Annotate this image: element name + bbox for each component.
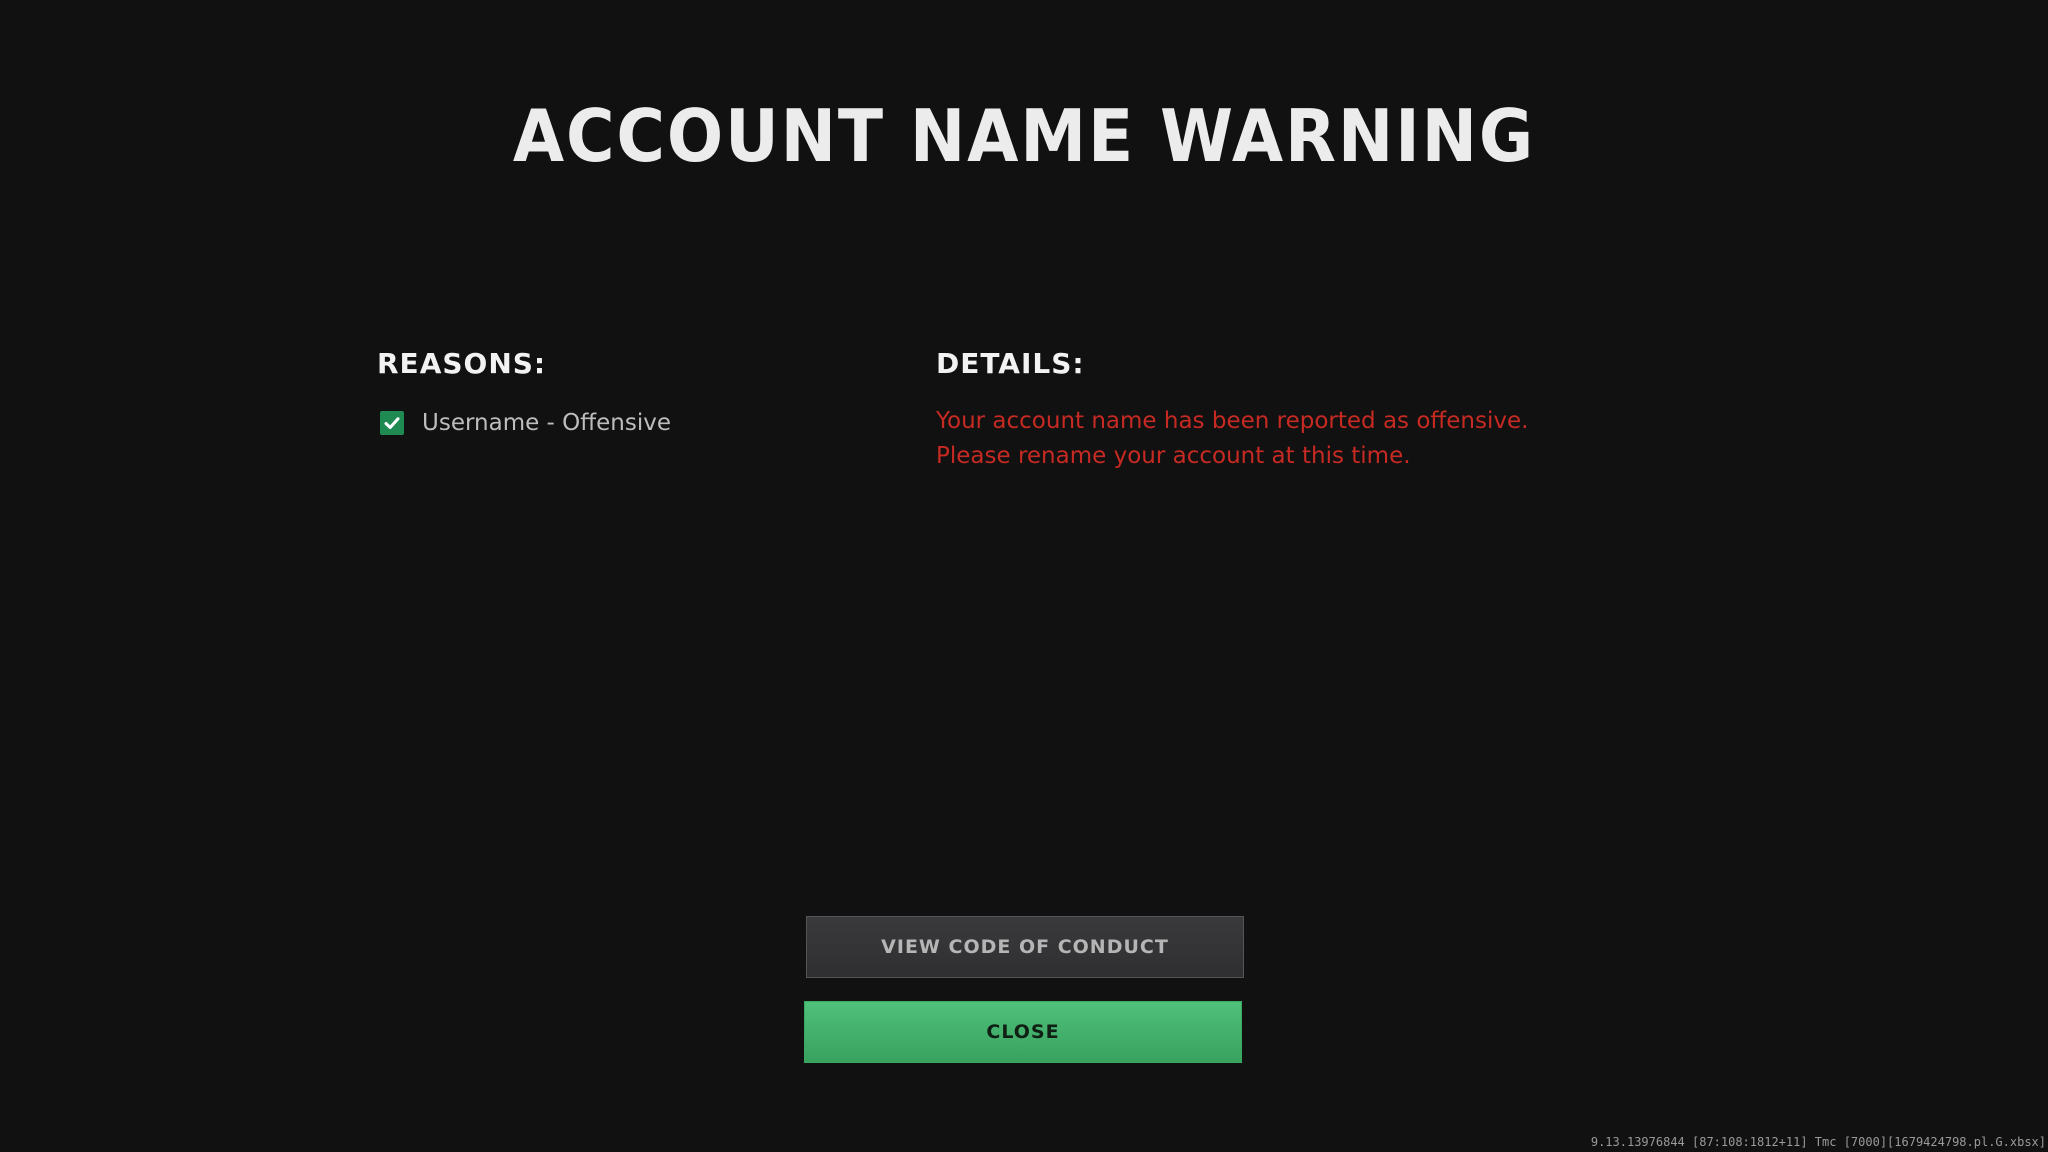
check-icon: [380, 411, 404, 435]
reason-item: Username - Offensive: [380, 408, 671, 438]
view-code-of-conduct-button[interactable]: VIEW CODE OF CONDUCT: [806, 916, 1244, 978]
details-heading: DETAILS:: [936, 347, 1085, 380]
details-text: Your account name has been reported as o…: [936, 408, 1529, 469]
version-string: 9.13.13976844 [87:108:1812+11] Tmc [7000…: [1590, 1135, 2046, 1149]
reasons-heading: REASONS:: [377, 347, 547, 380]
page-title: ACCOUNT NAME WARNING: [512, 94, 1536, 178]
reason-label: Username - Offensive: [422, 410, 671, 436]
close-button[interactable]: CLOSE: [804, 1001, 1242, 1063]
